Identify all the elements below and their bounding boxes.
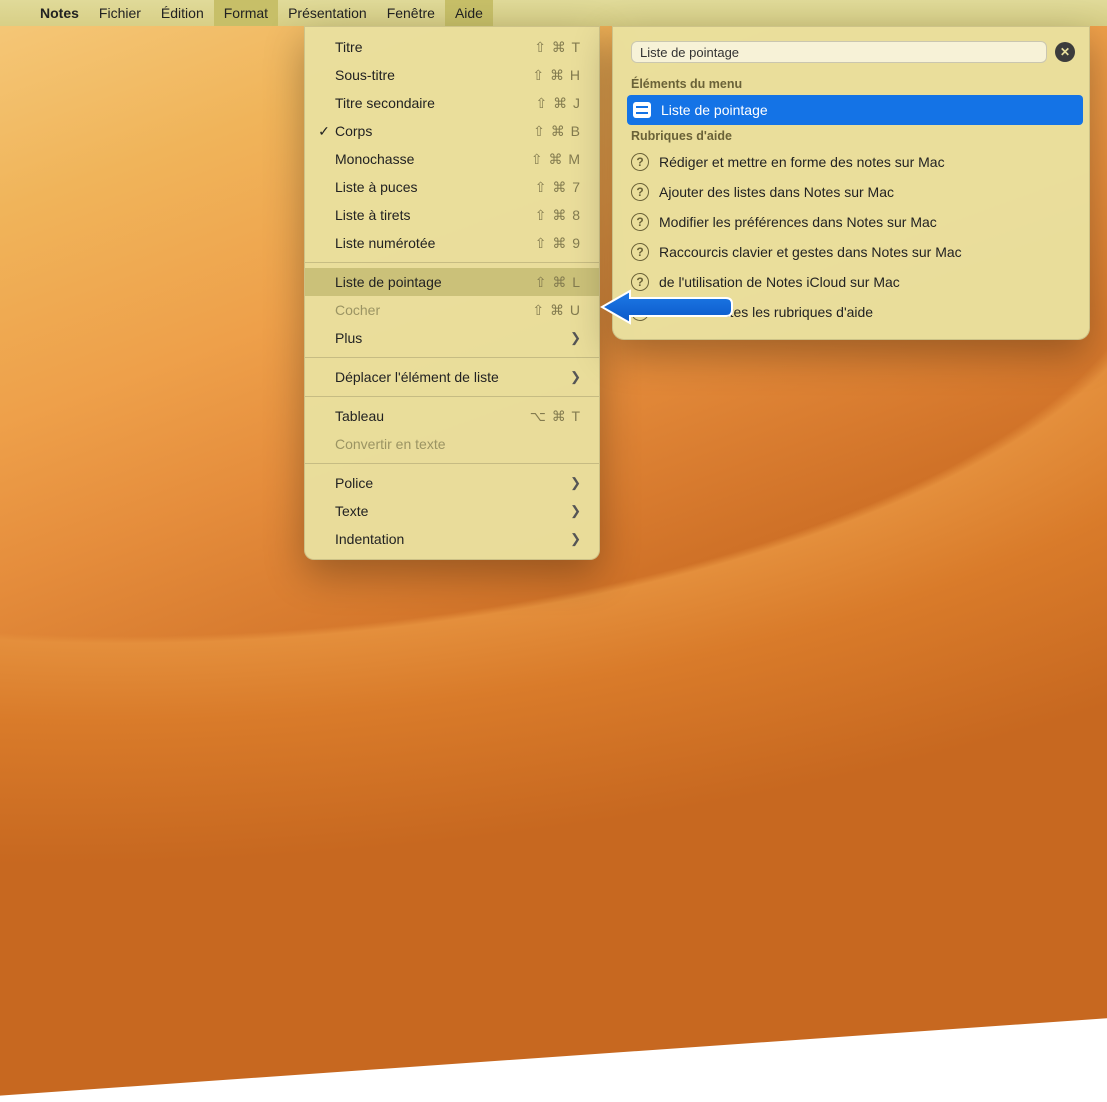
- help-topic[interactable]: ? Ajouter des listes dans Notes sur Mac: [613, 177, 1089, 207]
- menu-item-monochasse[interactable]: Monochasse ⇧ ⌘ M: [305, 145, 599, 173]
- menu-item-label: Indentation: [335, 528, 562, 550]
- help-search-field[interactable]: Liste de pointage: [631, 41, 1047, 63]
- help-topic[interactable]: ? Raccourcis clavier et gestes dans Note…: [613, 237, 1089, 267]
- menu-item-shortcut: ⇧ ⌘ L: [535, 271, 581, 293]
- menu-item-police[interactable]: Police ❯: [305, 469, 599, 497]
- menu-item-corps[interactable]: ✓ Corps ⇧ ⌘ B: [305, 117, 599, 145]
- menu-item-titre[interactable]: Titre ⇧ ⌘ T: [305, 33, 599, 61]
- menu-item-label: Police: [335, 472, 562, 494]
- callout-arrow-icon: [600, 289, 734, 325]
- menu-item-label: Titre secondaire: [335, 92, 535, 114]
- menu-item-titre-secondaire[interactable]: Titre secondaire ⇧ ⌘ J: [305, 89, 599, 117]
- help-menu-result-liste-pointage[interactable]: Liste de pointage: [627, 95, 1083, 125]
- help-topic[interactable]: ? Modifier les préférences dans Notes su…: [613, 207, 1089, 237]
- help-icon: ?: [631, 213, 649, 231]
- menu-item-plus[interactable]: Plus ❯: [305, 324, 599, 352]
- menu-item-label: Sous-titre: [335, 64, 532, 86]
- chevron-right-icon: ❯: [570, 528, 581, 550]
- menu-item-shortcut: ⇧ ⌘ M: [531, 148, 581, 170]
- help-topic-label: Raccourcis clavier et gestes dans Notes …: [659, 240, 962, 264]
- menu-item-liste-tirets[interactable]: Liste à tirets ⇧ ⌘ 8: [305, 201, 599, 229]
- menu-item-label: Cocher: [335, 299, 532, 321]
- menu-separator: [305, 357, 599, 358]
- checkmark-icon: ✓: [317, 120, 331, 142]
- menu-item-liste-puces[interactable]: Liste à puces ⇧ ⌘ 7: [305, 173, 599, 201]
- menu-separator: [305, 396, 599, 397]
- menubar-item-presentation[interactable]: Présentation: [278, 0, 377, 26]
- menu-item-label: Texte: [335, 500, 562, 522]
- menu-item-label: Liste à tirets: [335, 204, 535, 226]
- menu-item-label: Liste de pointage: [335, 271, 535, 293]
- help-topic-label: Modifier les préférences dans Notes sur …: [659, 210, 937, 234]
- format-menu: Titre ⇧ ⌘ T Sous-titre ⇧ ⌘ H Titre secon…: [304, 26, 600, 560]
- menubar-item-aide[interactable]: Aide: [445, 0, 493, 26]
- menu-item-label: Monochasse: [335, 148, 531, 170]
- menu-item-shortcut: ⇧ ⌘ H: [532, 64, 581, 86]
- help-topic[interactable]: ? Rédiger et mettre en forme des notes s…: [613, 147, 1089, 177]
- menubar: Notes Fichier Édition Format Présentatio…: [0, 0, 1107, 26]
- menu-item-shortcut: ⇧ ⌘ J: [535, 92, 581, 114]
- menu-item-sous-titre[interactable]: Sous-titre ⇧ ⌘ H: [305, 61, 599, 89]
- menu-item-tableau[interactable]: Tableau ⌥ ⌘ T: [305, 402, 599, 430]
- menu-item-indentation[interactable]: Indentation ❯: [305, 525, 599, 553]
- menu-item-deplacer-liste[interactable]: Déplacer l'élément de liste ❯: [305, 363, 599, 391]
- chevron-right-icon: ❯: [570, 327, 581, 349]
- menu-item-shortcut: ⌥ ⌘ T: [530, 405, 581, 427]
- menu-item-label: Corps: [335, 120, 533, 142]
- menu-item-label: Liste numérotée: [335, 232, 535, 254]
- menu-item-liste-pointage[interactable]: Liste de pointage ⇧ ⌘ L: [305, 268, 599, 296]
- menu-item-label: Convertir en texte: [335, 433, 581, 455]
- help-icon: ?: [631, 183, 649, 201]
- help-topic-label: Ajouter des listes dans Notes sur Mac: [659, 180, 894, 204]
- chevron-right-icon: ❯: [570, 366, 581, 388]
- menu-item-liste-numerotee[interactable]: Liste numérotée ⇧ ⌘ 9: [305, 229, 599, 257]
- help-topic-label: Rédiger et mettre en forme des notes sur…: [659, 150, 945, 174]
- chevron-right-icon: ❯: [570, 472, 581, 494]
- menu-item-shortcut: ⇧ ⌘ B: [533, 120, 581, 142]
- menu-item-shortcut: ⇧ ⌘ 8: [535, 204, 581, 226]
- menu-item-label: Titre: [335, 36, 534, 58]
- menu-command-icon: [633, 102, 651, 118]
- help-menu-result-label: Liste de pointage: [661, 98, 768, 122]
- menubar-item-fenetre[interactable]: Fenêtre: [377, 0, 445, 26]
- help-icon: ?: [631, 153, 649, 171]
- menu-item-convertir-texte: Convertir en texte: [305, 430, 599, 458]
- menu-separator: [305, 262, 599, 263]
- menu-separator: [305, 463, 599, 464]
- menu-item-label: Plus: [335, 327, 562, 349]
- menu-item-shortcut: ⇧ ⌘ 7: [535, 176, 581, 198]
- help-section-topics: Rubriques d'aide: [613, 125, 1089, 147]
- menubar-item-format[interactable]: Format: [214, 0, 278, 26]
- menu-item-label: Liste à puces: [335, 176, 535, 198]
- menubar-item-edition[interactable]: Édition: [151, 0, 214, 26]
- menu-item-shortcut: ⇧ ⌘ 9: [535, 232, 581, 254]
- clear-search-icon[interactable]: ✕: [1055, 42, 1075, 62]
- help-section-menu-items: Éléments du menu: [613, 73, 1089, 95]
- chevron-right-icon: ❯: [570, 500, 581, 522]
- menu-item-cocher: Cocher ⇧ ⌘ U: [305, 296, 599, 324]
- menubar-app-name[interactable]: Notes: [30, 0, 89, 26]
- menu-item-shortcut: ⇧ ⌘ T: [534, 36, 581, 58]
- menu-item-shortcut: ⇧ ⌘ U: [532, 299, 581, 321]
- help-search-value: Liste de pointage: [640, 45, 739, 60]
- menu-item-label: Tableau: [335, 405, 530, 427]
- menu-item-label: Déplacer l'élément de liste: [335, 366, 562, 388]
- menubar-item-fichier[interactable]: Fichier: [89, 0, 151, 26]
- help-icon: ?: [631, 243, 649, 261]
- help-search-row: Liste de pointage ✕: [631, 41, 1075, 63]
- menu-item-texte[interactable]: Texte ❯: [305, 497, 599, 525]
